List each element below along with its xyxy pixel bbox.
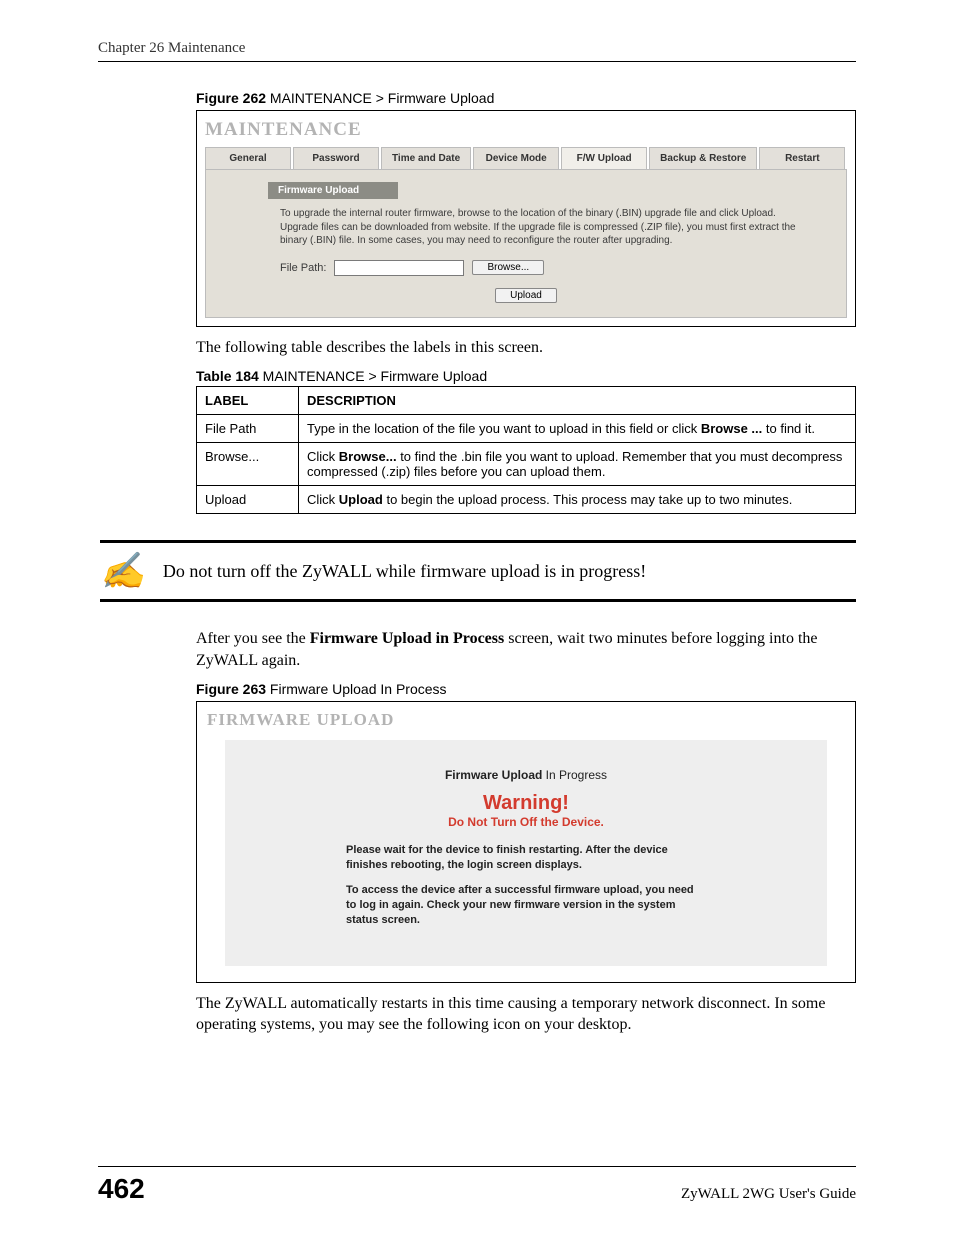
table-184-head-label: LABEL (197, 387, 299, 415)
table-184: LABEL DESCRIPTION File Path Type in the … (196, 386, 856, 514)
pencil-note-icon: ✍ (100, 553, 145, 589)
cell-bold: Browse ... (701, 421, 762, 436)
note-block: ✍ Do not turn off the ZyWALL while firmw… (100, 540, 856, 602)
page-number: 462 (98, 1173, 145, 1205)
progress-heading-rest: In Progress (542, 768, 607, 782)
guide-title: ZyWALL 2WG User's Guide (681, 1186, 856, 1203)
tab-backup-restore[interactable]: Backup & Restore (649, 147, 757, 169)
tab-time-and-date[interactable]: Time and Date (381, 147, 471, 169)
table-184-caption-rest: MAINTENANCE > Firmware Upload (259, 368, 487, 384)
cell-desc: Type in the location of the file you wan… (299, 415, 856, 443)
cell-label: File Path (197, 415, 299, 443)
progress-heading: Firmware Upload In Progress (261, 768, 791, 782)
file-path-label: File Path: (280, 262, 326, 274)
table-row: Browse... Click Browse... to find the .b… (197, 443, 856, 486)
cell-text: to find it. (762, 421, 815, 436)
cell-desc: Click Browse... to find the .bin file yo… (299, 443, 856, 486)
cell-label: Upload (197, 486, 299, 514)
file-path-row: File Path: Browse... (218, 256, 834, 280)
figure-262-caption-bold: Figure 262 (196, 90, 266, 106)
tab-restart[interactable]: Restart (759, 147, 845, 169)
firmware-upload-instructions: To upgrade the internal router firmware,… (218, 205, 834, 256)
figure-262-screenshot: MAINTENANCE General Password Time and Da… (196, 110, 856, 327)
firmware-upload-page-title: FIRMWARE UPLOAD (197, 702, 855, 740)
cell-text: Click (307, 449, 339, 464)
tab-password[interactable]: Password (293, 147, 379, 169)
table-row: File Path Type in the location of the fi… (197, 415, 856, 443)
fw-upload-pane: Firmware Upload To upgrade the internal … (205, 170, 847, 318)
cell-desc: Click Upload to begin the upload process… (299, 486, 856, 514)
figure-263-screenshot: FIRMWARE UPLOAD Firmware Upload In Progr… (196, 701, 856, 982)
p2-pre: After you see the (196, 630, 310, 647)
intro-paragraph-3: The ZyWALL automatically restarts in thi… (196, 993, 856, 1036)
firmware-upload-band: Firmware Upload (268, 182, 398, 199)
upload-button[interactable]: Upload (495, 288, 557, 303)
progress-card: Firmware Upload In Progress Warning! Do … (225, 740, 827, 965)
warning-title: Warning! (261, 792, 791, 815)
figure-262-caption: Figure 262 MAINTENANCE > Firmware Upload (196, 90, 856, 106)
cell-bold: Browse... (339, 449, 397, 464)
tab-general[interactable]: General (205, 147, 291, 169)
note-text: Do not turn off the ZyWALL while firmwar… (163, 561, 646, 582)
tab-device-mode[interactable]: Device Mode (473, 147, 559, 169)
p2-bold: Firmware Upload in Process (310, 630, 505, 647)
footer-rule (98, 1166, 856, 1167)
running-header: Chapter 26 Maintenance (0, 40, 954, 61)
intro-paragraph-2: After you see the Firmware Upload in Pro… (196, 628, 856, 671)
table-184-head-desc: DESCRIPTION (299, 387, 856, 415)
cell-bold: Upload (339, 492, 383, 507)
intro-paragraph-1: The following table describes the labels… (196, 337, 856, 359)
page-footer: 462 ZyWALL 2WG User's Guide (0, 1166, 954, 1205)
header-rule (98, 61, 856, 62)
cell-text: to begin the upload process. This proces… (383, 492, 792, 507)
file-path-input[interactable] (334, 260, 464, 276)
browse-button[interactable]: Browse... (472, 260, 544, 275)
warning-subtitle: Do Not Turn Off the Device. (261, 815, 791, 829)
progress-paragraph-1: Please wait for the device to finish res… (346, 843, 706, 873)
cell-text: Click (307, 492, 339, 507)
table-184-caption-bold: Table 184 (196, 368, 259, 384)
maintenance-page-title: MAINTENANCE (197, 111, 855, 147)
progress-paragraph-2: To access the device after a successful … (346, 883, 706, 928)
table-184-caption: Table 184 MAINTENANCE > Firmware Upload (196, 368, 856, 384)
tab-fw-upload[interactable]: F/W Upload (561, 147, 647, 169)
maintenance-tabs: General Password Time and Date Device Mo… (205, 147, 847, 170)
note-rule-bottom (100, 599, 856, 602)
table-row: Upload Click Upload to begin the upload … (197, 486, 856, 514)
figure-263-caption: Figure 263 Firmware Upload In Process (196, 681, 856, 697)
figure-263-caption-bold: Figure 263 (196, 681, 266, 697)
figure-262-caption-rest: MAINTENANCE > Firmware Upload (266, 90, 494, 106)
figure-263-caption-rest: Firmware Upload In Process (266, 681, 447, 697)
progress-heading-bold: Firmware Upload (445, 768, 542, 782)
cell-label: Browse... (197, 443, 299, 486)
cell-text: Type in the location of the file you wan… (307, 421, 701, 436)
